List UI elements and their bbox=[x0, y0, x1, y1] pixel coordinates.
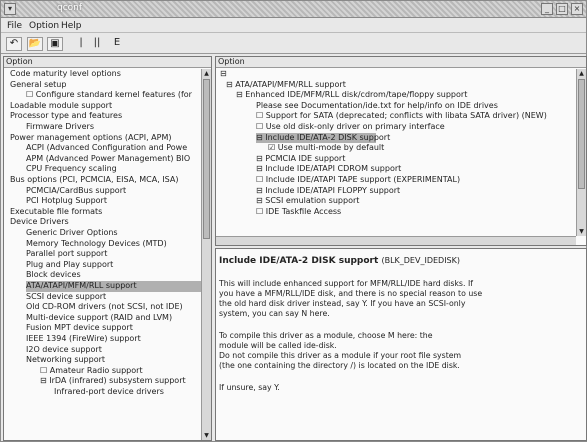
tree-item[interactable]: ☐ Configure standard kernel features (fo… bbox=[26, 90, 192, 101]
tree-item[interactable]: Processor type and features bbox=[10, 111, 122, 122]
tree-root-icon: ⊟ bbox=[220, 69, 227, 78]
tree-item[interactable]: Executable file formats bbox=[10, 207, 102, 218]
help-symbol: (BLK_DEV_IDEDISK) bbox=[381, 256, 460, 265]
option-item-selected[interactable]: ⊟ Include IDE/ATA-2 DISK support bbox=[256, 132, 390, 144]
qconf-window: ▾ qconf _ □ × File Option Help ↶ 📂 ▣ | |… bbox=[0, 0, 587, 442]
tree-item[interactable]: Firmware Drivers bbox=[26, 122, 94, 133]
option-item[interactable]: ☐ Use old disk-only driver on primary in… bbox=[256, 122, 445, 133]
option-item[interactable]: ☐ Include IDE/ATAPI TAPE support (EXPERI… bbox=[256, 175, 460, 186]
tree-item[interactable]: Networking support bbox=[26, 355, 105, 366]
help-line: module will be called ide-disk. bbox=[219, 341, 337, 350]
toolbar: ↶ 📂 ▣ | || E bbox=[1, 34, 586, 54]
tree-item[interactable]: Generic Driver Options bbox=[26, 228, 118, 239]
tree-item[interactable]: Power management options (ACPI, APM) bbox=[10, 133, 172, 144]
left-vertical-scrollbar[interactable]: ▲ ▼ bbox=[201, 69, 211, 440]
full-view-icon[interactable]: E bbox=[109, 37, 125, 51]
close-button[interactable]: × bbox=[571, 3, 583, 15]
tree-item[interactable]: Plug and Play support bbox=[26, 260, 113, 271]
option-item[interactable]: ⊟ Include IDE/ATAPI FLOPPY support bbox=[256, 186, 400, 197]
menu-bar: File Option Help bbox=[1, 19, 586, 33]
help-line: This will include enhanced support for M… bbox=[219, 279, 473, 288]
menu-file[interactable]: File bbox=[7, 21, 22, 31]
tree-item[interactable]: SCSI device support bbox=[26, 292, 106, 303]
save-icon[interactable]: ▣ bbox=[47, 37, 63, 51]
split-view-icon[interactable]: || bbox=[89, 37, 105, 51]
tree-item[interactable]: Parallel port support bbox=[26, 249, 107, 260]
tree-item[interactable]: ☐ Amateur Radio support bbox=[40, 366, 143, 377]
tree-item[interactable]: ACPI (Advanced Configuration and Powe bbox=[26, 143, 187, 154]
tree-item[interactable]: Bus options (PCI, PCMCIA, EISA, MCA, ISA… bbox=[10, 175, 179, 186]
back-icon[interactable]: ↶ bbox=[6, 37, 22, 51]
menu-help[interactable]: Help bbox=[61, 21, 82, 31]
help-line: system, you can say N here. bbox=[219, 309, 330, 318]
right-panel-header: Option bbox=[216, 57, 586, 68]
tree-item[interactable]: I2O device support bbox=[26, 345, 102, 356]
scroll-up-arrow-icon[interactable]: ▲ bbox=[203, 70, 210, 77]
help-panel: Include IDE/ATA-2 DISK support (BLK_DEV_… bbox=[215, 248, 587, 441]
help-line: To compile this driver as a module, choo… bbox=[219, 331, 433, 340]
tree-item[interactable]: Multi-device support (RAID and LVM) bbox=[26, 313, 172, 324]
tree-item[interactable]: Infrared-port device drivers bbox=[54, 387, 164, 398]
load-icon[interactable]: 📂 bbox=[27, 37, 43, 51]
right-horizontal-scrollbar[interactable] bbox=[216, 236, 576, 245]
help-line: the old hard disk driver instead, say Y.… bbox=[219, 299, 466, 308]
tree-item[interactable]: CPU Frequency scaling bbox=[26, 164, 117, 175]
tree-item[interactable]: IEEE 1394 (FireWire) support bbox=[26, 334, 141, 345]
scroll-down-arrow-icon[interactable]: ▼ bbox=[203, 432, 210, 439]
help-title: Include IDE/ATA-2 DISK support (BLK_DEV_… bbox=[219, 256, 460, 266]
tree-item[interactable]: Device Drivers bbox=[10, 217, 69, 228]
tree-item[interactable]: PCI Hotplug Support bbox=[26, 196, 107, 207]
right-option-panel: Option ⊟ ⊟ ATA/ATAPI/MFM/RLL support ⊟ E… bbox=[215, 56, 587, 246]
option-item[interactable]: ⊟ Include IDE/ATAPI CDROM support bbox=[256, 164, 401, 175]
scroll-up-arrow-icon[interactable]: ▲ bbox=[578, 70, 585, 77]
help-line: you have a MFM/RLL/IDE disk, and there i… bbox=[219, 289, 483, 298]
left-tree: Code maturity level options General setu… bbox=[4, 69, 201, 440]
tree-item-selected[interactable]: ATA/ATAPI/MFM/RLL support bbox=[26, 281, 201, 292]
minimize-button[interactable]: _ bbox=[541, 3, 553, 15]
option-item[interactable]: ☐ IDE Taskfile Access bbox=[256, 207, 341, 218]
left-panel-header: Option bbox=[4, 57, 211, 68]
single-view-icon[interactable]: | bbox=[73, 37, 89, 51]
scroll-down-arrow-icon[interactable]: ▼ bbox=[578, 228, 585, 235]
tree-item[interactable]: Old CD-ROM drivers (not SCSI, not IDE) bbox=[26, 302, 183, 313]
tree-item[interactable]: PCMCIA/CardBus support bbox=[26, 186, 126, 197]
tree-item[interactable]: Code maturity level options bbox=[10, 69, 121, 80]
help-line: If unsure, say Y. bbox=[219, 383, 280, 392]
window-menu-icon[interactable]: ▾ bbox=[4, 3, 16, 15]
right-tree: ⊟ ⊟ ATA/ATAPI/MFM/RLL support ⊟ Enhanced… bbox=[216, 69, 576, 236]
window-title: qconf bbox=[57, 3, 83, 13]
help-line: Do not compile this driver as a module i… bbox=[219, 351, 462, 360]
scroll-thumb[interactable] bbox=[578, 79, 585, 189]
option-item[interactable]: ⊟ Enhanced IDE/MFM/RLL disk/cdrom/tape/f… bbox=[236, 90, 467, 101]
tree-item[interactable]: Fusion MPT device support bbox=[26, 323, 133, 334]
help-line: (the one containing the directory /) is … bbox=[219, 361, 460, 370]
option-item[interactable]: ☐ Support for SATA (deprecated; conflict… bbox=[256, 111, 547, 122]
option-item[interactable]: ⊟ ATA/ATAPI/MFM/RLL support bbox=[226, 80, 346, 91]
tree-item[interactable]: APM (Advanced Power Management) BIO bbox=[26, 154, 190, 165]
tree-item[interactable]: Memory Technology Devices (MTD) bbox=[26, 239, 167, 250]
maximize-button[interactable]: □ bbox=[556, 3, 568, 15]
scroll-thumb[interactable] bbox=[203, 79, 210, 239]
left-tree-panel: Option Code maturity level options Gener… bbox=[3, 56, 212, 441]
option-item[interactable]: ☑ Use multi-mode by default bbox=[268, 143, 384, 154]
option-item[interactable]: Please see Documentation/ide.txt for hel… bbox=[256, 101, 498, 112]
tree-item[interactable]: General setup bbox=[10, 80, 66, 91]
option-item[interactable]: ⊟ SCSI emulation support bbox=[256, 196, 359, 207]
tree-item[interactable]: Loadable module support bbox=[10, 101, 112, 112]
menu-option[interactable]: Option bbox=[29, 21, 59, 31]
title-bar[interactable]: ▾ qconf _ □ × bbox=[1, 1, 586, 18]
right-vertical-scrollbar[interactable]: ▲ ▼ bbox=[576, 69, 586, 236]
tree-item[interactable]: ⊟ IrDA (infrared) subsystem support bbox=[40, 376, 186, 387]
tree-item[interactable]: Block devices bbox=[26, 270, 81, 281]
help-title-text: Include IDE/ATA-2 DISK support bbox=[219, 256, 379, 266]
option-item[interactable]: ⊟ PCMCIA IDE support bbox=[256, 154, 345, 165]
